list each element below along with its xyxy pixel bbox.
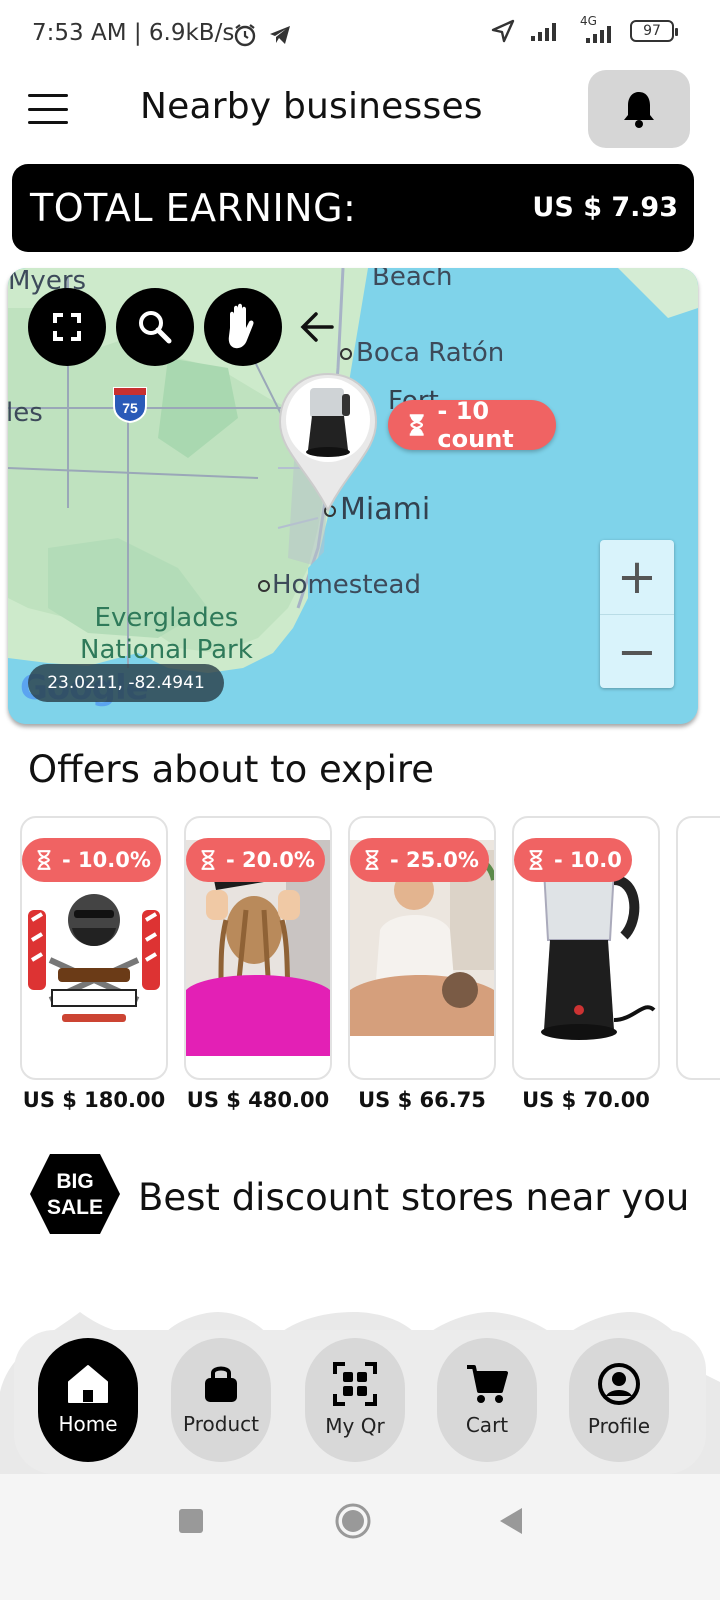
offer-card[interactable]: - 20.0% US $ 480.00 (184, 816, 332, 1112)
offer-card[interactable]: - 25.0% US $ 66.75 (348, 816, 496, 1112)
svg-text:75: 75 (122, 400, 138, 416)
total-earning-value: US $ 7.93 (532, 192, 678, 223)
offer-card-frame: - 10.0% (20, 816, 168, 1080)
nav-label: Cart (465, 1413, 509, 1437)
profile-icon (598, 1363, 640, 1405)
count-badge[interactable]: - 10 count (388, 397, 556, 453)
offer-card-frame (676, 816, 720, 1080)
status-time: 7:53 AM | 6.9kB/s (32, 20, 235, 46)
status-bar: 7:53 AM | 6.9kB/s 4G 97 (0, 0, 720, 70)
offer-price: US $ 180.00 (22, 1088, 166, 1112)
hand-icon (228, 303, 254, 349)
nav-home[interactable]: Home (38, 1338, 138, 1462)
status-icons: 4G 97 (490, 14, 678, 44)
offer-card[interactable]: - 10.0% US $ 180.00 (20, 816, 168, 1112)
nav-label: Profile (587, 1414, 651, 1438)
offer-price: US $ 66.75 (358, 1088, 486, 1112)
nav-label: Product (183, 1412, 259, 1436)
discount-text: - 20.0% (226, 848, 315, 872)
bag-icon (205, 1366, 237, 1402)
cart-icon (467, 1365, 508, 1403)
search-icon (139, 311, 172, 344)
back-system-icon[interactable] (498, 1506, 524, 1536)
zoom-in-button[interactable]: + (600, 540, 674, 614)
signal-icon (531, 23, 556, 41)
nav-profile[interactable]: Profile (569, 1338, 669, 1462)
nav-label: Home (58, 1412, 118, 1436)
big-sale-icon: BIG SALE (30, 1154, 120, 1234)
hourglass-icon (201, 850, 215, 870)
pan-button[interactable] (204, 288, 282, 366)
offers-section-title: Offers about to expire (28, 748, 434, 791)
zoom-controls: + − (600, 540, 674, 688)
fullscreen-icon (53, 313, 81, 341)
page-title: Nearby businesses (140, 86, 483, 127)
map-label-les: les (8, 398, 43, 428)
home-system-icon[interactable] (334, 1502, 372, 1540)
map-pin-marker[interactable] (276, 372, 380, 512)
map-label-homestead: Homestead (258, 570, 421, 600)
telegram-icon (270, 26, 290, 44)
home-icon (68, 1365, 108, 1403)
hourglass-icon (409, 414, 424, 436)
system-navigation-bar (0, 1474, 720, 1600)
svg-text:BIG: BIG (56, 1170, 93, 1193)
nav-label: My Qr (325, 1414, 385, 1438)
discount-text: - 10.0% (62, 848, 151, 872)
total-earning-label: TOTAL EARNING: (30, 186, 357, 230)
big-sale-title: Best discount stores near you (138, 1176, 690, 1219)
qr-icon (333, 1362, 377, 1406)
map-view[interactable]: Myers Beach Boca Ratón les Fort Miami Ho… (8, 268, 698, 724)
offer-price: US $ 480.00 (186, 1088, 330, 1112)
signal-4g-icon: 4G (576, 14, 616, 44)
menu-button[interactable] (28, 94, 68, 124)
discount-badge: - 25.0% (350, 838, 489, 882)
recents-icon[interactable] (178, 1508, 204, 1534)
interstate-shield-icon: 75 (113, 387, 147, 424)
map-coordinates: 23.0211, -82.4941 (28, 664, 224, 702)
alarm-icon (234, 24, 256, 47)
fullscreen-button[interactable] (28, 288, 106, 366)
nav-my-qr[interactable]: My Qr (305, 1338, 405, 1462)
total-earning-banner: TOTAL EARNING: US $ 7.93 (12, 164, 694, 252)
offer-card-partial[interactable] (676, 816, 720, 1080)
map-search-button[interactable] (116, 288, 194, 366)
hourglass-icon (365, 850, 379, 870)
offer-card-frame: - 25.0% (348, 816, 496, 1080)
count-badge-text: - 10 count (437, 397, 514, 453)
map-label-boca-raton: Boca Ratón (340, 338, 504, 368)
back-arrow-icon[interactable] (298, 308, 336, 346)
zoom-out-button[interactable]: − (600, 614, 674, 688)
discount-text: - 10.0 (554, 848, 622, 872)
discount-badge: - 20.0% (186, 838, 325, 882)
offers-carousel[interactable]: - 10.0% US $ 180.00 - 20.0% US $ 480.00 … (20, 816, 720, 1116)
nav-cart[interactable]: Cart (437, 1338, 537, 1462)
menu-icon (28, 94, 68, 97)
discount-text: - 25.0% (390, 848, 479, 872)
nav-product[interactable]: Product (171, 1338, 271, 1462)
discount-badge: - 10.0 (514, 838, 632, 882)
offer-card[interactable]: - 10.0 US $ 70.00 (512, 816, 660, 1112)
hourglass-icon (529, 850, 543, 870)
notifications-button[interactable] (588, 70, 690, 148)
location-arrow-icon (491, 19, 515, 43)
map-label-beach: Beach (372, 268, 453, 292)
battery-indicator: 97 (630, 20, 678, 42)
offer-price: US $ 70.00 (522, 1088, 650, 1112)
offer-card-frame: - 20.0% (184, 816, 332, 1080)
bell-icon (624, 92, 654, 128)
hourglass-icon (37, 850, 51, 870)
discount-badge: - 10.0% (22, 838, 161, 882)
map-label-everglades: Everglades National Park (80, 603, 253, 665)
svg-text:SALE: SALE (47, 1196, 103, 1219)
offer-card-frame: - 10.0 (512, 816, 660, 1080)
